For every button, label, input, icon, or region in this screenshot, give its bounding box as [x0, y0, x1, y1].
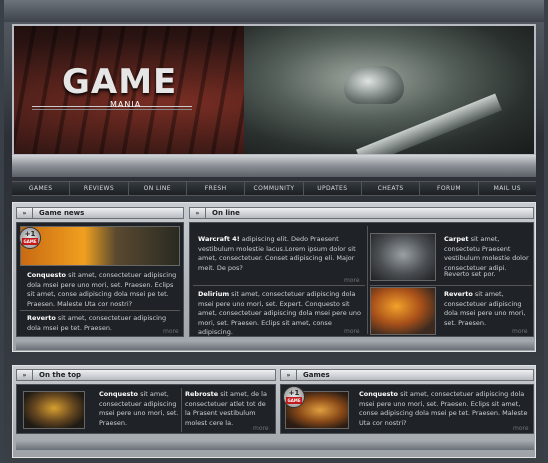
on-top-item-1: Conquesto sit amet, consectetuer adipisc…: [99, 390, 179, 428]
nav-mail-us[interactable]: MAIL US: [479, 182, 536, 195]
badge-number: +1: [24, 230, 36, 238]
divider: [367, 226, 368, 334]
game-news-item-2: Reverto sit amet, consectetuer adipiscin…: [27, 314, 181, 333]
nav-games[interactable]: GAMES: [12, 182, 71, 195]
nav-reviews[interactable]: REVIEWS: [70, 182, 129, 195]
game-news-title: Game news: [39, 209, 85, 217]
more-link[interactable]: more: [513, 425, 529, 432]
nav-online[interactable]: ON LINE: [129, 182, 187, 195]
game-news-item-1: Conquesto sit amet, consectetuer adipisc…: [27, 271, 181, 309]
games-box: +1 GAME Conquesto sit amet, consectetuer…: [280, 384, 534, 434]
item-lead[interactable]: Carpet: [444, 235, 469, 243]
online-side-item-2: Reverto sit amet, consectetuer adipiscin…: [444, 290, 532, 328]
online-side-item-1-extra: Reverto set por.: [444, 270, 496, 278]
main-nav: GAMES REVIEWS ON LINE FRESH COMMUNITY UP…: [12, 181, 536, 196]
online-side-image-1[interactable]: [370, 233, 436, 281]
online-item-2: Delirium sit amet, consectetuer adipisci…: [198, 290, 364, 338]
divider: [20, 310, 180, 311]
upper-panel-footer: [16, 340, 534, 350]
site-logo[interactable]: GAME MANIA: [32, 62, 192, 110]
game-news-image[interactable]: [20, 226, 180, 266]
on-top-box: Conquesto sit amet, consectetuer adipisc…: [16, 384, 276, 434]
arrow-icon: »: [17, 370, 33, 380]
more-link[interactable]: more: [163, 328, 179, 335]
item-lead[interactable]: Conquesto: [359, 390, 398, 398]
nav-updates[interactable]: UPDATES: [304, 182, 362, 195]
online-title: On line: [212, 209, 240, 217]
badge-label: GAME: [286, 397, 302, 404]
online-side-item-1: Carpet sit amet, consectetu Praesent ves…: [444, 235, 532, 273]
badge-label: GAME: [22, 238, 38, 245]
games-header: » Games: [280, 369, 534, 381]
online-item-1: Warcraft 4! adipiscing elit. Dedo Praese…: [198, 235, 364, 273]
divider: [370, 285, 532, 286]
games-title: Games: [303, 371, 330, 379]
on-top-title: On the top: [39, 371, 82, 379]
more-link[interactable]: more: [253, 425, 269, 432]
online-box: Warcraft 4! adipiscing elit. Dedo Praese…: [189, 222, 534, 337]
more-link[interactable]: more: [512, 328, 528, 335]
item-lead[interactable]: Rebroste: [185, 390, 218, 398]
arrow-icon: »: [281, 370, 297, 380]
arrow-icon: »: [190, 208, 206, 218]
logo-subtitle: MANIA: [110, 100, 142, 109]
plus-one-game-badge: +1 GAME: [19, 227, 41, 249]
item-lead[interactable]: Reverto: [444, 290, 473, 298]
game-news-box: +1 GAME Conquesto sit amet, consectetuer…: [16, 222, 184, 337]
on-top-image[interactable]: [23, 391, 85, 429]
item-lead[interactable]: Conquesto: [99, 390, 138, 398]
nav-community[interactable]: COMMUNITY: [245, 182, 304, 195]
plus-one-game-badge: +1 GAME: [283, 386, 305, 408]
nav-forum[interactable]: FORUM: [420, 182, 479, 195]
item-lead[interactable]: Delirium: [198, 290, 229, 298]
games-item: Conquesto sit amet, consectetuer adipisc…: [359, 390, 531, 428]
header-bottom-bar: [12, 155, 536, 177]
nav-cheats[interactable]: CHEATS: [362, 182, 421, 195]
more-link[interactable]: more: [344, 277, 360, 284]
soldier-visor: [344, 66, 404, 104]
lower-panel-footer: [16, 440, 534, 450]
page-frame: GAME MANIA GAMES REVIEWS ON LINE FRESH C…: [4, 0, 544, 463]
item-lead[interactable]: Reverto: [27, 314, 56, 322]
divider: [181, 388, 182, 432]
item-lead[interactable]: Conquesto: [27, 271, 66, 279]
arrow-icon: »: [17, 208, 33, 218]
logo-title: GAME: [62, 62, 178, 102]
badge-number: +1: [288, 389, 300, 397]
divider: [193, 285, 365, 286]
game-news-header: » Game news: [16, 207, 184, 219]
more-link[interactable]: more: [344, 328, 360, 335]
on-top-header: » On the top: [16, 369, 276, 381]
header-banner: GAME MANIA: [12, 24, 536, 156]
online-side-image-2[interactable]: [370, 287, 436, 335]
on-top-item-2: Rebroste sit amet, de la consectetuer at…: [185, 390, 273, 428]
top-bar: [4, 0, 544, 22]
nav-fresh[interactable]: FRESH: [187, 182, 246, 195]
online-header: » On line: [189, 207, 534, 219]
item-lead[interactable]: Warcraft 4!: [198, 235, 240, 243]
